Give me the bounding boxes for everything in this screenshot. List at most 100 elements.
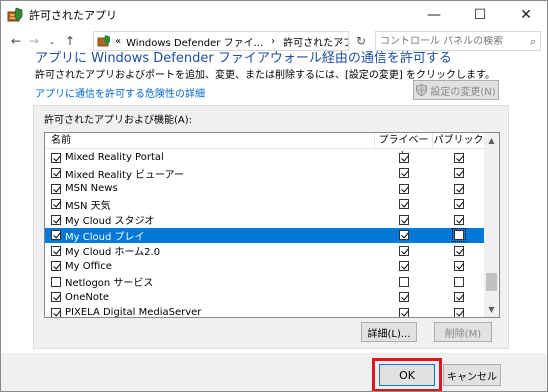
app-row[interactable]: Netlogon サービス xyxy=(45,274,485,290)
app-row[interactable]: Mixed Reality Portal xyxy=(45,150,485,166)
public-checkbox[interactable] xyxy=(454,307,464,317)
app-name-cell: Netlogon サービス xyxy=(45,274,375,289)
risk-details-link[interactable]: アプリに通信を許可する危険性の詳細 xyxy=(35,85,205,100)
breadcrumb-overflow[interactable]: « xyxy=(115,36,121,47)
private-checkbox[interactable] xyxy=(399,183,409,194)
app-name-cell: MSN 天気 xyxy=(45,197,375,212)
app-enabled-checkbox[interactable] xyxy=(51,261,61,272)
app-name: MSN News xyxy=(65,183,118,195)
app-enabled-checkbox[interactable] xyxy=(51,183,61,194)
private-cell xyxy=(375,183,433,194)
change-settings-button[interactable]: 設定の変更(N) xyxy=(413,80,499,100)
app-enabled-checkbox[interactable] xyxy=(51,214,61,225)
private-checkbox[interactable] xyxy=(399,214,409,225)
allowed-apps-group: 許可されたアプリおよび機能(A): 名前 プライベート パブリック Mixed … xyxy=(33,105,509,349)
public-checkbox[interactable] xyxy=(454,245,464,256)
app-name: PIXELA Digital MediaServer xyxy=(65,307,202,318)
private-checkbox[interactable] xyxy=(399,230,409,241)
column-header-public[interactable]: パブリック xyxy=(433,133,485,149)
allowed-apps-list[interactable]: 名前 プライベート パブリック Mixed Reality PortalMixe… xyxy=(44,132,500,318)
maximize-button[interactable]: ☐ xyxy=(457,1,503,29)
private-checkbox[interactable] xyxy=(399,307,409,317)
back-arrow-icon[interactable]: ← xyxy=(7,30,25,52)
address-dropdown-icon[interactable]: ⌄ xyxy=(337,37,344,46)
app-enabled-checkbox[interactable] xyxy=(51,245,61,256)
dialog-footer: OK キャンセル xyxy=(1,353,547,391)
public-checkbox[interactable] xyxy=(454,261,464,272)
private-checkbox[interactable] xyxy=(399,292,409,303)
app-row[interactable]: My Office xyxy=(45,259,485,275)
breadcrumb-separator-icon[interactable]: › xyxy=(271,36,275,47)
private-checkbox[interactable] xyxy=(399,199,409,210)
public-checkbox[interactable] xyxy=(454,183,464,194)
column-header-private[interactable]: プライベート xyxy=(375,133,433,162)
app-row[interactable]: My Cloud スタジオ xyxy=(45,212,485,228)
public-cell xyxy=(433,307,485,317)
app-enabled-checkbox[interactable] xyxy=(51,152,61,163)
search-icon[interactable]: ⌕ xyxy=(530,35,536,49)
public-cell xyxy=(433,292,485,303)
scroll-up-icon[interactable]: ▲ xyxy=(484,133,499,148)
scrollbar-thumb[interactable] xyxy=(486,273,497,291)
search-input[interactable] xyxy=(380,35,520,47)
page-description: 許可されたアプリおよびポートを追加、変更、または削除するには、[設定の変更] を… xyxy=(35,70,495,81)
app-row[interactable]: My Cloud ホーム2.0 xyxy=(45,243,485,259)
public-checkbox[interactable] xyxy=(454,152,464,163)
app-row[interactable]: MSN 天気 xyxy=(45,197,485,213)
private-checkbox[interactable] xyxy=(399,152,409,163)
public-cell xyxy=(433,168,485,179)
private-checkbox[interactable] xyxy=(399,245,409,256)
public-cell xyxy=(433,276,485,287)
app-enabled-checkbox[interactable] xyxy=(51,168,61,179)
private-checkbox[interactable] xyxy=(399,276,409,287)
app-name-cell: OneNote xyxy=(45,292,375,303)
app-row[interactable]: MSN News xyxy=(45,181,485,197)
app-name-cell: Mixed Reality ビューアー xyxy=(45,166,375,181)
list-header: 名前 プライベート パブリック xyxy=(45,133,485,162)
private-cell xyxy=(375,292,433,303)
public-cell xyxy=(433,183,485,194)
private-cell xyxy=(375,307,433,317)
private-checkbox[interactable] xyxy=(399,168,409,179)
public-checkbox[interactable] xyxy=(454,292,464,303)
page-heading: アプリに Windows Defender ファイアウォール経由の通信を許可する xyxy=(35,51,452,66)
app-enabled-checkbox[interactable] xyxy=(51,199,61,210)
app-name: My Cloud プレイ xyxy=(65,231,145,243)
app-name: My Cloud ホーム2.0 xyxy=(65,247,161,259)
allowed-apps-label: 許可されたアプリおよび機能(A): xyxy=(44,115,193,126)
app-row[interactable]: My Cloud プレイ xyxy=(45,227,485,243)
app-enabled-checkbox[interactable] xyxy=(51,230,61,241)
public-checkbox[interactable] xyxy=(452,228,466,243)
app-name: My Cloud スタジオ xyxy=(65,216,155,228)
cancel-button[interactable]: キャンセル xyxy=(443,364,501,386)
window-title: 許可されたアプリ xyxy=(29,9,117,22)
app-name: Mixed Reality Portal xyxy=(65,152,164,164)
app-rows: Mixed Reality Portal Mixed Reality ビューアー M… xyxy=(45,150,485,318)
app-row[interactable]: Mixed Reality ビューアー xyxy=(45,166,485,182)
app-name: OneNote xyxy=(65,291,110,303)
column-header-name[interactable]: 名前 xyxy=(45,133,375,149)
app-row[interactable]: PIXELA Digital MediaServer xyxy=(45,305,485,318)
app-name: Mixed Reality ビューアー xyxy=(65,169,185,181)
public-checkbox[interactable] xyxy=(454,214,464,225)
app-row[interactable]: OneNote xyxy=(45,290,485,306)
public-cell xyxy=(433,199,485,210)
public-cell xyxy=(433,152,485,163)
private-cell xyxy=(375,245,433,256)
private-checkbox[interactable] xyxy=(399,261,409,272)
list-scrollbar[interactable]: ▲ ▼ xyxy=(484,133,499,317)
app-enabled-checkbox[interactable] xyxy=(51,307,61,317)
public-checkbox[interactable] xyxy=(454,168,464,179)
minimize-button[interactable]: — xyxy=(411,1,457,29)
close-button[interactable]: ✕ xyxy=(503,1,547,29)
public-cell xyxy=(433,228,485,243)
content-area: アプリに Windows Defender ファイアウォール経由の通信を許可する… xyxy=(1,51,547,353)
public-checkbox[interactable] xyxy=(454,276,464,287)
remove-button[interactable]: 削除(M) xyxy=(434,322,492,342)
scroll-down-icon[interactable]: ▼ xyxy=(484,302,499,317)
public-checkbox[interactable] xyxy=(454,199,464,210)
app-enabled-checkbox[interactable] xyxy=(51,276,61,287)
app-name-cell: MSN News xyxy=(45,183,375,194)
app-enabled-checkbox[interactable] xyxy=(51,292,61,303)
details-button[interactable]: 詳細(L)... xyxy=(361,322,417,342)
